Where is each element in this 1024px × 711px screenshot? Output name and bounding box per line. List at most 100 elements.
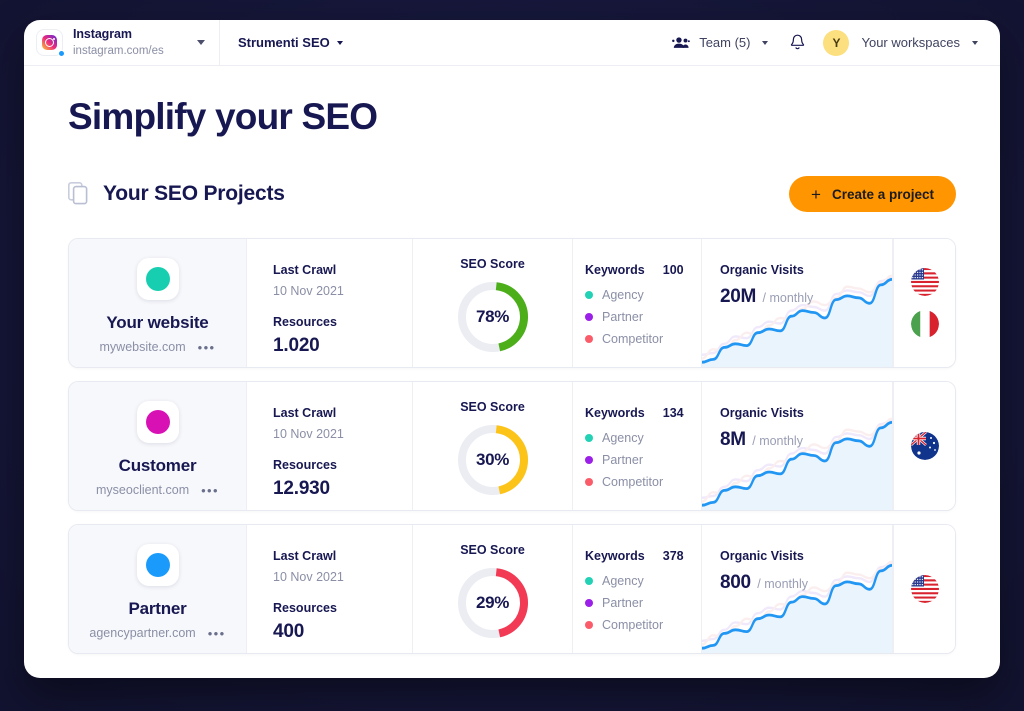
country-flags	[893, 382, 955, 510]
resources-value: 1.020	[273, 335, 320, 356]
keywords-count: 378	[662, 549, 684, 563]
workspaces-label: Your workspaces	[861, 35, 960, 50]
seo-score-column: SEO Score 78%	[413, 239, 573, 367]
keywords-legend: Agency Partner Competitor	[585, 288, 701, 346]
keywords-header: Keywords 378	[585, 549, 701, 563]
last-crawl-label: Last Crawl	[273, 263, 337, 277]
team-icon	[672, 36, 691, 49]
legend-label: Partner	[602, 453, 643, 467]
keyword-legend-item: Competitor	[585, 618, 701, 632]
legend-bullet-icon	[585, 291, 593, 299]
project-identity[interactable]: Customer myseoclient.com •••	[69, 382, 247, 510]
last-crawl-label: Last Crawl	[273, 549, 337, 563]
resources-value: 12.930	[273, 478, 330, 499]
documents-icon	[68, 182, 89, 206]
team-menu[interactable]: Team (5)	[672, 35, 769, 50]
legend-label: Agency	[602, 288, 644, 302]
organic-visits-header: Organic Visits 8M / monthly	[702, 382, 892, 451]
organic-visits-value: 8M	[720, 429, 746, 450]
project-card[interactable]: Your website mywebsite.com ••• Last Craw…	[68, 238, 956, 368]
workspaces-menu[interactable]: Your workspaces	[861, 35, 978, 50]
organic-visits-column: Organic Visits 20M / monthly	[702, 239, 893, 367]
keywords-count: 134	[662, 406, 684, 420]
country-flags	[893, 525, 955, 653]
resources-label: Resources	[273, 315, 337, 329]
keyword-legend-item: Partner	[585, 453, 701, 467]
project-footer: agencypartner.com •••	[89, 626, 225, 640]
chevron-down-icon[interactable]	[197, 40, 205, 45]
flag-us-icon	[910, 575, 939, 603]
keywords-label: Keywords	[585, 549, 645, 563]
organic-visits-unit: / monthly	[752, 434, 803, 448]
crawl-column: Last Crawl 10 Nov 2021 Resources 12.930	[247, 382, 413, 510]
instagram-camera-icon	[42, 35, 57, 50]
organic-visits-value: 800	[720, 572, 751, 593]
seo-score-value: 29%	[475, 593, 510, 612]
site-meta: Instagram instagram.com/es	[73, 27, 187, 58]
organic-visits-header: Organic Visits 800 / monthly	[702, 525, 892, 594]
legend-label: Agency	[602, 431, 644, 445]
keyword-legend-item: Partner	[585, 596, 701, 610]
create-project-button[interactable]: + Create a project	[789, 176, 956, 212]
project-overflow-menu[interactable]: •••	[208, 627, 226, 640]
project-name: Customer	[118, 456, 197, 475]
organic-visits-header: Organic Visits 20M / monthly	[702, 239, 892, 308]
legend-label: Competitor	[602, 332, 664, 346]
instagram-logo	[36, 29, 65, 57]
seo-score-label: SEO Score	[460, 543, 525, 557]
last-crawl-value: 10 Nov 2021	[273, 570, 344, 584]
resources-value: 400	[273, 621, 305, 642]
keywords-legend: Agency Partner Competitor	[585, 431, 701, 489]
flag-it-icon	[910, 310, 939, 338]
last-crawl-value: 10 Nov 2021	[273, 427, 344, 441]
project-url: agencypartner.com	[89, 626, 196, 640]
seo-score-label: SEO Score	[460, 400, 525, 414]
legend-bullet-icon	[585, 599, 593, 607]
last-crawl-label: Last Crawl	[273, 406, 337, 420]
country-flags	[893, 239, 955, 367]
organic-visits-column: Organic Visits 8M / monthly	[702, 382, 893, 510]
avatar[interactable]: Y	[823, 29, 850, 56]
crawl-column: Last Crawl 10 Nov 2021 Resources 1.020	[247, 239, 413, 367]
organic-visits-value: 20M	[720, 286, 757, 307]
resources-label: Resources	[273, 458, 337, 472]
keyword-legend-item: Partner	[585, 310, 701, 324]
top-bar-right: Team (5) Y Your workspaces	[672, 29, 1000, 56]
keywords-count: 100	[662, 263, 684, 277]
crawl-column: Last Crawl 10 Nov 2021 Resources 400	[247, 525, 413, 653]
project-identity[interactable]: Partner agencypartner.com •••	[69, 525, 247, 653]
legend-label: Competitor	[602, 475, 664, 489]
project-overflow-menu[interactable]: •••	[198, 341, 216, 354]
project-identity[interactable]: Your website mywebsite.com •••	[69, 239, 247, 367]
keyword-legend-item: Competitor	[585, 332, 701, 346]
project-color-dot-icon	[145, 267, 170, 291]
site-switcher[interactable]: Instagram instagram.com/es	[24, 20, 220, 66]
keyword-legend-item: Competitor	[585, 475, 701, 489]
chevron-down-icon[interactable]	[336, 40, 343, 45]
project-url: mywebsite.com	[99, 340, 186, 354]
organic-visits-value-row: 800 / monthly	[720, 572, 892, 594]
chevron-down-icon[interactable]	[762, 40, 769, 45]
tool-menu[interactable]: Strumenti SEO	[220, 35, 361, 50]
bell-icon[interactable]	[790, 34, 805, 51]
project-avatar	[136, 401, 179, 443]
page-title: Simplify your SEO	[68, 96, 378, 137]
project-footer: myseoclient.com •••	[96, 483, 219, 497]
keywords-legend: Agency Partner Competitor	[585, 574, 701, 632]
project-card[interactable]: Partner agencypartner.com ••• Last Crawl…	[68, 524, 956, 654]
section-title: Your SEO Projects	[103, 182, 285, 205]
keywords-column: Keywords 100 Agency Partner Competitor	[573, 239, 702, 367]
legend-label: Partner	[602, 310, 643, 324]
legend-bullet-icon	[585, 335, 593, 343]
project-footer: mywebsite.com •••	[100, 340, 216, 354]
organic-visits-label: Organic Visits	[720, 406, 804, 420]
keywords-column: Keywords 134 Agency Partner Competitor	[573, 382, 702, 510]
keywords-header: Keywords 134	[585, 406, 701, 420]
chevron-down-icon[interactable]	[972, 40, 978, 45]
seo-score-label: SEO Score	[460, 257, 525, 271]
organic-visits-label: Organic Visits	[720, 263, 804, 277]
project-overflow-menu[interactable]: •••	[201, 484, 219, 497]
seo-score-donut: 29%	[455, 565, 531, 641]
project-card[interactable]: Customer myseoclient.com ••• Last Crawl …	[68, 381, 956, 511]
legend-bullet-icon	[585, 478, 593, 486]
